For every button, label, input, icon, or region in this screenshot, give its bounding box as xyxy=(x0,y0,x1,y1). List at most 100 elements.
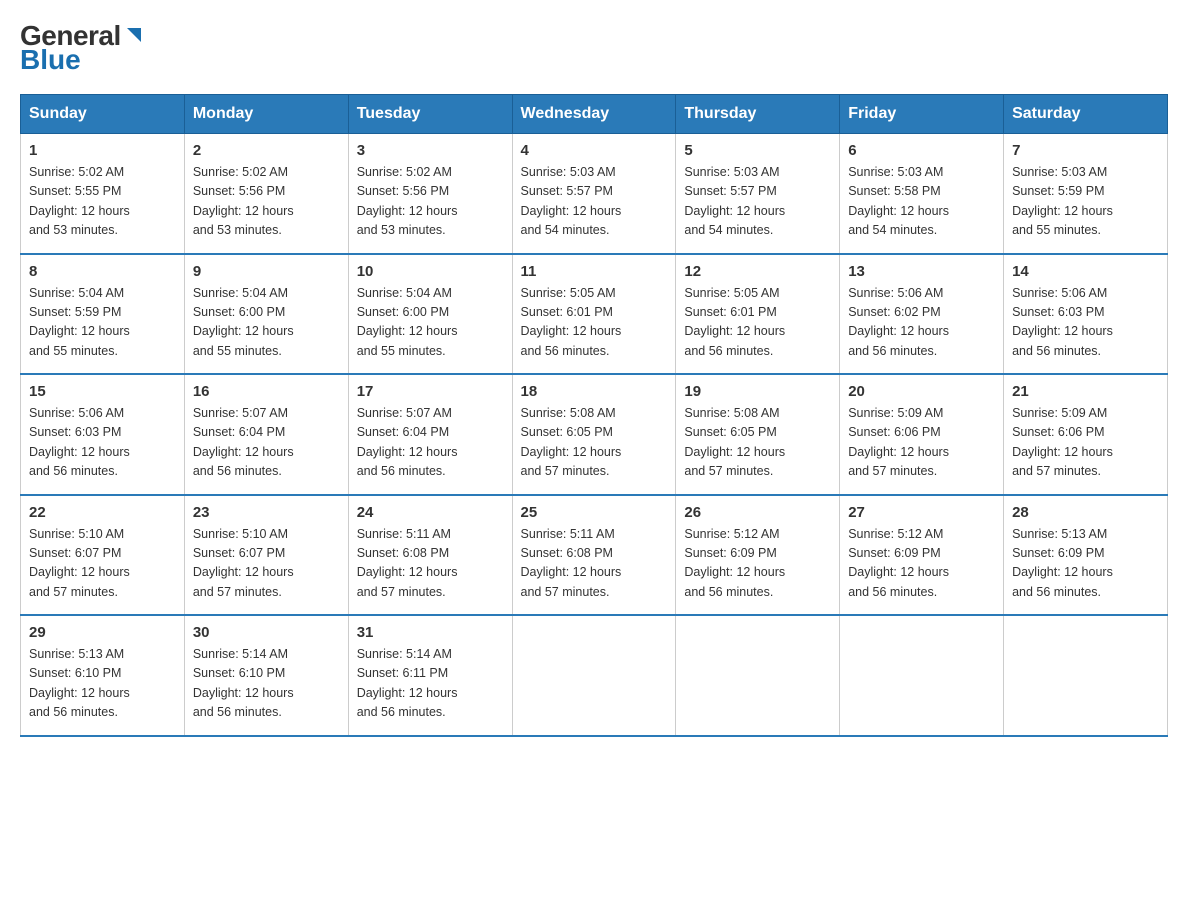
day-number: 13 xyxy=(848,263,995,280)
day-number: 10 xyxy=(357,263,504,280)
calendar-cell: 30 Sunrise: 5:14 AMSunset: 6:10 PMDaylig… xyxy=(184,615,348,736)
calendar-cell: 13 Sunrise: 5:06 AMSunset: 6:02 PMDaylig… xyxy=(840,254,1004,375)
day-info: Sunrise: 5:14 AMSunset: 6:11 PMDaylight:… xyxy=(357,647,458,719)
day-info: Sunrise: 5:05 AMSunset: 6:01 PMDaylight:… xyxy=(521,286,622,358)
day-info: Sunrise: 5:06 AMSunset: 6:03 PMDaylight:… xyxy=(1012,286,1113,358)
calendar-cell: 21 Sunrise: 5:09 AMSunset: 6:06 PMDaylig… xyxy=(1004,374,1168,495)
day-info: Sunrise: 5:12 AMSunset: 6:09 PMDaylight:… xyxy=(848,527,949,599)
day-number: 4 xyxy=(521,142,668,159)
day-number: 8 xyxy=(29,263,176,280)
day-info: Sunrise: 5:03 AMSunset: 5:59 PMDaylight:… xyxy=(1012,165,1113,237)
logo-blue-text: Blue xyxy=(20,44,81,76)
calendar-cell: 2 Sunrise: 5:02 AMSunset: 5:56 PMDayligh… xyxy=(184,134,348,254)
day-info: Sunrise: 5:04 AMSunset: 6:00 PMDaylight:… xyxy=(193,286,294,358)
week-row-3: 15 Sunrise: 5:06 AMSunset: 6:03 PMDaylig… xyxy=(21,374,1168,495)
calendar-body: 1 Sunrise: 5:02 AMSunset: 5:55 PMDayligh… xyxy=(21,134,1168,736)
week-row-2: 8 Sunrise: 5:04 AMSunset: 5:59 PMDayligh… xyxy=(21,254,1168,375)
calendar-cell: 17 Sunrise: 5:07 AMSunset: 6:04 PMDaylig… xyxy=(348,374,512,495)
calendar-cell: 15 Sunrise: 5:06 AMSunset: 6:03 PMDaylig… xyxy=(21,374,185,495)
column-header-friday: Friday xyxy=(840,95,1004,134)
column-header-tuesday: Tuesday xyxy=(348,95,512,134)
day-number: 20 xyxy=(848,383,995,400)
logo: General Blue xyxy=(20,20,145,76)
day-number: 25 xyxy=(521,504,668,521)
calendar-cell: 4 Sunrise: 5:03 AMSunset: 5:57 PMDayligh… xyxy=(512,134,676,254)
day-info: Sunrise: 5:02 AMSunset: 5:56 PMDaylight:… xyxy=(193,165,294,237)
calendar-cell xyxy=(676,615,840,736)
calendar-cell: 11 Sunrise: 5:05 AMSunset: 6:01 PMDaylig… xyxy=(512,254,676,375)
calendar-cell: 1 Sunrise: 5:02 AMSunset: 5:55 PMDayligh… xyxy=(21,134,185,254)
day-info: Sunrise: 5:06 AMSunset: 6:02 PMDaylight:… xyxy=(848,286,949,358)
calendar-cell xyxy=(840,615,1004,736)
day-info: Sunrise: 5:10 AMSunset: 6:07 PMDaylight:… xyxy=(193,527,294,599)
day-number: 1 xyxy=(29,142,176,159)
calendar-cell xyxy=(1004,615,1168,736)
calendar-cell: 31 Sunrise: 5:14 AMSunset: 6:11 PMDaylig… xyxy=(348,615,512,736)
calendar-cell: 14 Sunrise: 5:06 AMSunset: 6:03 PMDaylig… xyxy=(1004,254,1168,375)
calendar-cell: 16 Sunrise: 5:07 AMSunset: 6:04 PMDaylig… xyxy=(184,374,348,495)
column-header-monday: Monday xyxy=(184,95,348,134)
calendar-cell: 8 Sunrise: 5:04 AMSunset: 5:59 PMDayligh… xyxy=(21,254,185,375)
calendar-cell: 9 Sunrise: 5:04 AMSunset: 6:00 PMDayligh… xyxy=(184,254,348,375)
week-row-5: 29 Sunrise: 5:13 AMSunset: 6:10 PMDaylig… xyxy=(21,615,1168,736)
day-number: 23 xyxy=(193,504,340,521)
day-info: Sunrise: 5:05 AMSunset: 6:01 PMDaylight:… xyxy=(684,286,785,358)
logo-triangle-icon xyxy=(123,24,145,46)
calendar-cell: 22 Sunrise: 5:10 AMSunset: 6:07 PMDaylig… xyxy=(21,495,185,616)
calendar-cell: 12 Sunrise: 5:05 AMSunset: 6:01 PMDaylig… xyxy=(676,254,840,375)
day-info: Sunrise: 5:14 AMSunset: 6:10 PMDaylight:… xyxy=(193,647,294,719)
day-info: Sunrise: 5:03 AMSunset: 5:58 PMDaylight:… xyxy=(848,165,949,237)
day-info: Sunrise: 5:08 AMSunset: 6:05 PMDaylight:… xyxy=(521,406,622,478)
day-number: 21 xyxy=(1012,383,1159,400)
day-info: Sunrise: 5:07 AMSunset: 6:04 PMDaylight:… xyxy=(193,406,294,478)
column-header-sunday: Sunday xyxy=(21,95,185,134)
day-info: Sunrise: 5:13 AMSunset: 6:09 PMDaylight:… xyxy=(1012,527,1113,599)
day-info: Sunrise: 5:13 AMSunset: 6:10 PMDaylight:… xyxy=(29,647,130,719)
day-number: 30 xyxy=(193,624,340,641)
column-header-saturday: Saturday xyxy=(1004,95,1168,134)
day-number: 27 xyxy=(848,504,995,521)
calendar-cell: 20 Sunrise: 5:09 AMSunset: 6:06 PMDaylig… xyxy=(840,374,1004,495)
day-number: 29 xyxy=(29,624,176,641)
calendar-cell: 5 Sunrise: 5:03 AMSunset: 5:57 PMDayligh… xyxy=(676,134,840,254)
day-number: 16 xyxy=(193,383,340,400)
day-number: 31 xyxy=(357,624,504,641)
day-info: Sunrise: 5:12 AMSunset: 6:09 PMDaylight:… xyxy=(684,527,785,599)
day-number: 28 xyxy=(1012,504,1159,521)
day-number: 5 xyxy=(684,142,831,159)
day-number: 11 xyxy=(521,263,668,280)
day-number: 26 xyxy=(684,504,831,521)
day-info: Sunrise: 5:08 AMSunset: 6:05 PMDaylight:… xyxy=(684,406,785,478)
calendar-cell: 10 Sunrise: 5:04 AMSunset: 6:00 PMDaylig… xyxy=(348,254,512,375)
day-info: Sunrise: 5:06 AMSunset: 6:03 PMDaylight:… xyxy=(29,406,130,478)
day-number: 15 xyxy=(29,383,176,400)
day-number: 2 xyxy=(193,142,340,159)
day-number: 24 xyxy=(357,504,504,521)
calendar-cell: 27 Sunrise: 5:12 AMSunset: 6:09 PMDaylig… xyxy=(840,495,1004,616)
calendar-cell: 6 Sunrise: 5:03 AMSunset: 5:58 PMDayligh… xyxy=(840,134,1004,254)
calendar-cell: 29 Sunrise: 5:13 AMSunset: 6:10 PMDaylig… xyxy=(21,615,185,736)
day-info: Sunrise: 5:04 AMSunset: 6:00 PMDaylight:… xyxy=(357,286,458,358)
day-info: Sunrise: 5:10 AMSunset: 6:07 PMDaylight:… xyxy=(29,527,130,599)
header-row: SundayMondayTuesdayWednesdayThursdayFrid… xyxy=(21,95,1168,134)
column-header-thursday: Thursday xyxy=(676,95,840,134)
day-number: 12 xyxy=(684,263,831,280)
calendar-cell xyxy=(512,615,676,736)
day-number: 14 xyxy=(1012,263,1159,280)
calendar-header: SundayMondayTuesdayWednesdayThursdayFrid… xyxy=(21,95,1168,134)
page-header: General Blue xyxy=(20,20,1168,76)
day-info: Sunrise: 5:02 AMSunset: 5:56 PMDaylight:… xyxy=(357,165,458,237)
day-info: Sunrise: 5:02 AMSunset: 5:55 PMDaylight:… xyxy=(29,165,130,237)
column-header-wednesday: Wednesday xyxy=(512,95,676,134)
calendar-cell: 7 Sunrise: 5:03 AMSunset: 5:59 PMDayligh… xyxy=(1004,134,1168,254)
day-number: 6 xyxy=(848,142,995,159)
day-info: Sunrise: 5:07 AMSunset: 6:04 PMDaylight:… xyxy=(357,406,458,478)
week-row-1: 1 Sunrise: 5:02 AMSunset: 5:55 PMDayligh… xyxy=(21,134,1168,254)
day-info: Sunrise: 5:03 AMSunset: 5:57 PMDaylight:… xyxy=(521,165,622,237)
calendar-cell: 23 Sunrise: 5:10 AMSunset: 6:07 PMDaylig… xyxy=(184,495,348,616)
day-info: Sunrise: 5:11 AMSunset: 6:08 PMDaylight:… xyxy=(521,527,622,599)
calendar-cell: 26 Sunrise: 5:12 AMSunset: 6:09 PMDaylig… xyxy=(676,495,840,616)
day-number: 18 xyxy=(521,383,668,400)
day-number: 17 xyxy=(357,383,504,400)
day-info: Sunrise: 5:04 AMSunset: 5:59 PMDaylight:… xyxy=(29,286,130,358)
